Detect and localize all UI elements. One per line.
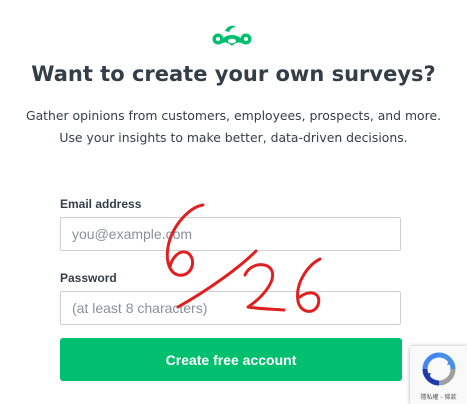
password-field[interactable] [60, 291, 401, 325]
email-label: Email address [60, 197, 142, 211]
recaptcha-terms-link[interactable]: 條款 [444, 394, 456, 401]
create-account-button[interactable]: Create free account [60, 338, 402, 381]
recaptcha-privacy-link[interactable]: 隱私權 [420, 394, 438, 401]
subheadline-line-2: Use your insights to make better, data-d… [59, 130, 408, 145]
recaptcha-icon [422, 352, 456, 386]
signup-page: Want to create your own surveys? Gather … [0, 0, 467, 404]
email-field[interactable] [60, 217, 401, 251]
recaptcha-links: 隱私權 - 條款 [410, 392, 467, 401]
surveymonkey-logo-icon [212, 25, 252, 46]
password-label: Password [60, 271, 117, 285]
recaptcha-badge[interactable]: 隱私權 - 條款 [410, 346, 467, 404]
subheadline-line-1: Gather opinions from customers, employee… [25, 108, 442, 123]
page-headline: Want to create your own surveys? [31, 62, 436, 86]
